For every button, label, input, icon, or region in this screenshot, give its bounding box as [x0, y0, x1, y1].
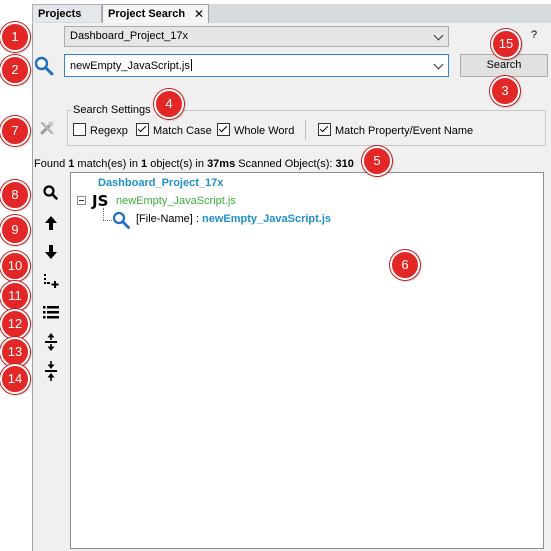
arrow-up-icon[interactable] — [40, 212, 62, 234]
checkbox-box[interactable] — [136, 123, 149, 136]
project-select-value: Dashboard_Project_17x — [70, 30, 189, 42]
list-icon[interactable] — [40, 301, 62, 323]
help-button[interactable]: ? — [531, 29, 537, 41]
settings-divider — [305, 120, 306, 140]
search-input[interactable]: newEmpty_JavaScript.js — [64, 54, 449, 77]
callout-badge: 5 — [362, 146, 392, 176]
search-input-value: newEmpty_JavaScript.js — [70, 60, 190, 72]
search-icon — [34, 56, 54, 76]
callout-badge: 11 — [0, 281, 30, 311]
search-settings-title: Search Settings — [71, 104, 153, 116]
result-prefix: [File-Name] : — [136, 213, 203, 225]
tab-project-search[interactable]: Project Search ✕ — [102, 4, 209, 24]
text-caret — [190, 59, 192, 71]
tab-projects[interactable]: Projects — [32, 4, 102, 22]
callout-badge: 12 — [0, 309, 30, 339]
tree-project-node[interactable]: Dashboard_Project_17x — [98, 177, 223, 189]
regexp-checkbox[interactable]: Regexp — [73, 123, 128, 137]
checkbox-box[interactable] — [318, 123, 331, 136]
callout-badge: 1 — [0, 22, 30, 52]
tab-projects-label: Projects — [38, 8, 82, 20]
tree-result-item[interactable]: [File-Name] : newEmpty_JavaScript.js — [136, 213, 331, 225]
callout-badge: 14 — [0, 364, 30, 394]
callout-badge: 4 — [154, 89, 184, 119]
expand-node-icon[interactable] — [40, 271, 62, 293]
whole-word-label: Whole Word — [234, 125, 295, 137]
match-property-checkbox[interactable]: Match Property/Event Name — [318, 123, 473, 137]
search-status: Found 1 match(es) in 1 object(s) in 37ms… — [34, 158, 354, 170]
callout-badge: 9 — [0, 215, 30, 245]
chevron-down-icon[interactable] — [433, 30, 444, 41]
callout-badge: 15 — [491, 29, 521, 59]
javascript-file-icon: JS — [92, 192, 109, 210]
collapse-all-icon[interactable] — [40, 360, 62, 382]
tree-file-node[interactable]: newEmpty_JavaScript.js — [116, 195, 236, 207]
collapse-node-icon[interactable] — [77, 196, 86, 205]
settings-tools-icon[interactable] — [38, 119, 56, 137]
callout-badge: 10 — [0, 251, 30, 281]
callout-badge: 3 — [490, 76, 520, 106]
callout-badge: 2 — [0, 55, 30, 85]
checkbox-box[interactable] — [217, 123, 230, 136]
results-tree[interactable] — [70, 172, 544, 549]
callout-badge: 7 — [0, 116, 30, 146]
arrow-down-icon[interactable] — [40, 241, 62, 263]
match-property-label: Match Property/Event Name — [335, 125, 474, 137]
match-case-label: Match Case — [153, 125, 212, 137]
regexp-label: Regexp — [90, 125, 128, 137]
close-icon[interactable]: ✕ — [194, 5, 204, 23]
result-match: newEmpty_JavaScript.js — [202, 213, 332, 225]
search-icon[interactable] — [40, 182, 62, 204]
tree-connector — [103, 208, 104, 220]
project-select[interactable]: Dashboard_Project_17x — [64, 26, 449, 47]
expand-all-icon[interactable] — [40, 331, 62, 353]
callout-badge: 6 — [390, 250, 420, 280]
match-case-checkbox[interactable]: Match Case — [136, 123, 212, 137]
whole-word-checkbox[interactable]: Whole Word — [217, 123, 294, 137]
callout-badge: 8 — [0, 180, 30, 210]
chevron-down-icon[interactable] — [433, 59, 444, 70]
tab-project-search-label: Project Search — [108, 8, 186, 20]
checkbox-box[interactable] — [73, 123, 86, 136]
callout-badge: 13 — [0, 337, 30, 367]
search-result-icon — [112, 211, 130, 229]
